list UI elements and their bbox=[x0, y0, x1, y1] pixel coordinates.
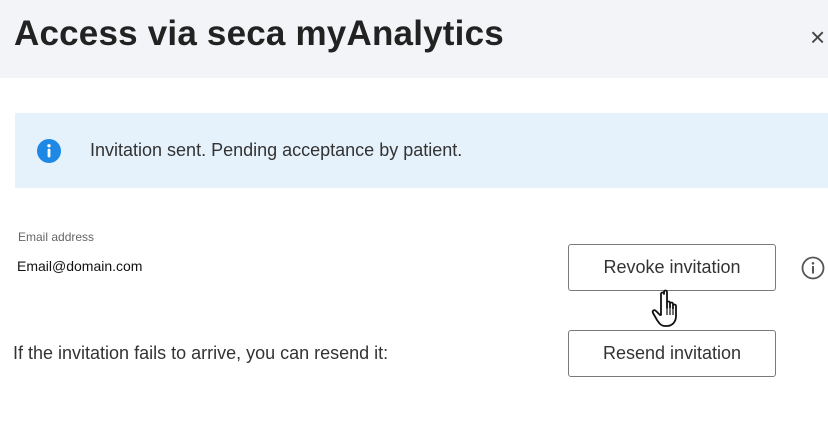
email-label: Email address bbox=[18, 230, 95, 244]
dialog-title: Access via seca myAnalytics bbox=[14, 14, 504, 53]
resend-invitation-button[interactable]: Resend invitation bbox=[568, 330, 776, 377]
help-info-icon[interactable] bbox=[801, 256, 825, 280]
close-icon[interactable]: × bbox=[810, 22, 828, 52]
banner-message: Invitation sent. Pending acceptance by p… bbox=[90, 140, 463, 160]
revoke-invitation-button[interactable]: Revoke invitation bbox=[568, 244, 776, 291]
hand-pointer-cursor-icon bbox=[651, 289, 677, 327]
info-banner: Invitation sent. Pending acceptance by p… bbox=[15, 113, 828, 188]
dialog-header: Access via seca myAnalytics × bbox=[0, 0, 828, 78]
email-value: Email@domain.com bbox=[17, 258, 143, 274]
access-dialog: Access via seca myAnalytics × Invitation… bbox=[0, 0, 828, 437]
info-icon bbox=[37, 139, 61, 163]
resend-prompt: If the invitation fails to arrive, you c… bbox=[13, 343, 389, 363]
